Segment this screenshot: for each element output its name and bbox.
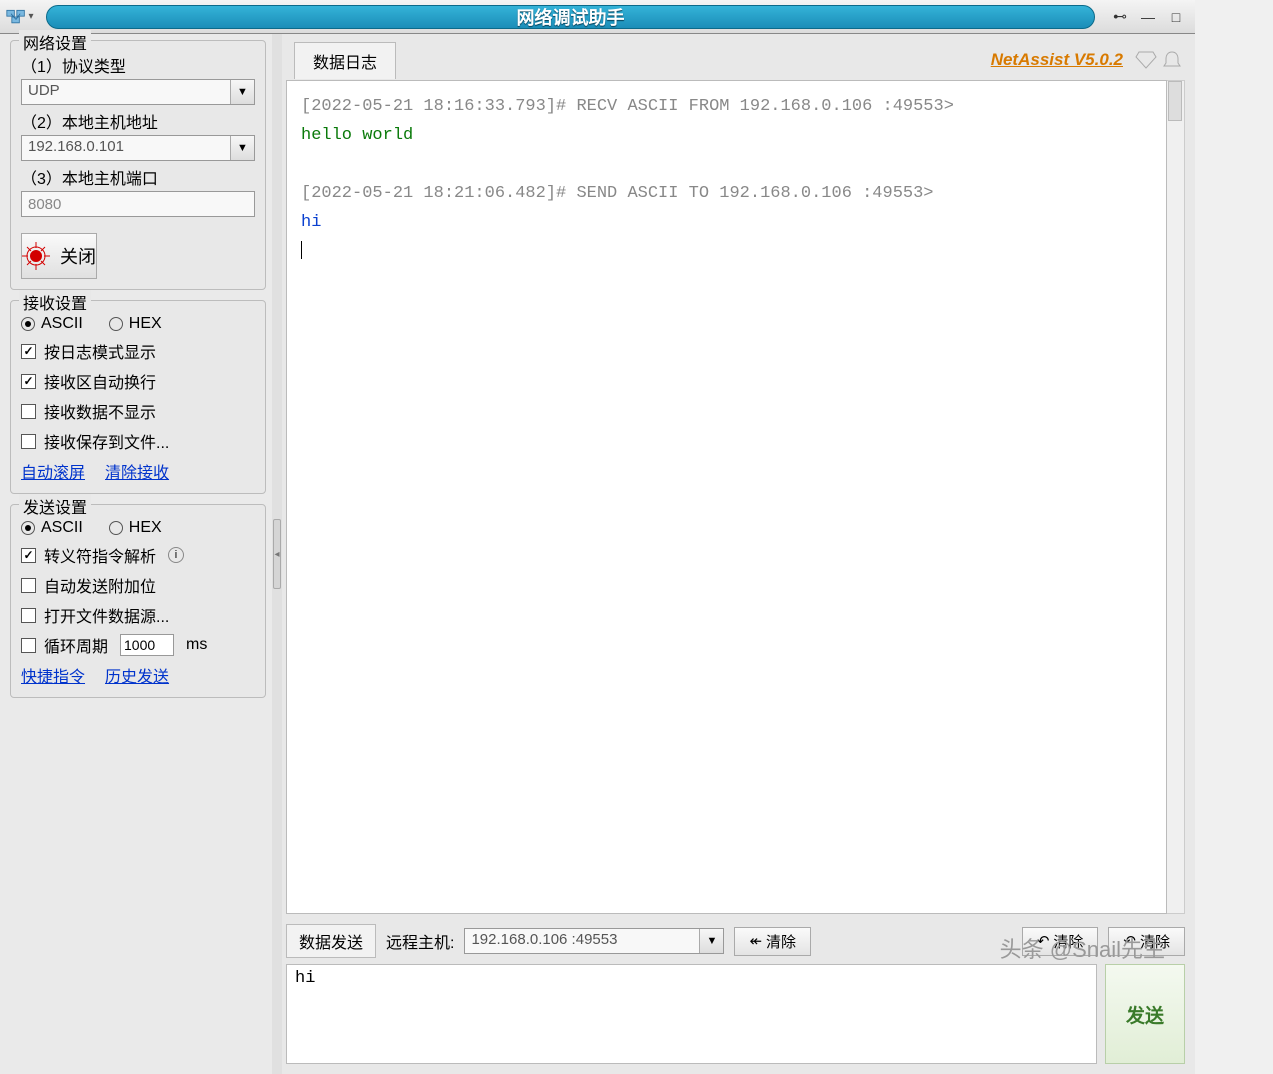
close-connection-button[interactable]: 关闭 <box>21 233 97 279</box>
chevron-down-icon[interactable]: ▼ <box>230 80 254 104</box>
window-title: 网络调试助手 <box>46 5 1095 29</box>
title-bar: ▾ 网络调试助手 ⊷ — □ <box>0 0 1195 34</box>
hide-recv-checkbox[interactable]: 接收数据不显示 <box>21 399 255 423</box>
send-settings-group: 发送设置 ASCII HEX 转义符指令解析i 自动发送附加位 打开文件数据源.… <box>10 504 266 698</box>
chevron-down-icon[interactable]: ▼ <box>230 136 254 160</box>
diamond-icon[interactable] <box>1135 50 1157 70</box>
clear-button[interactable]: ↞清除 <box>734 927 811 956</box>
recv-settings-group: 接收设置 ASCII HEX 按日志模式显示 接收区自动换行 接收数据不显示 接… <box>10 300 266 494</box>
bell-icon[interactable] <box>1161 50 1183 70</box>
protocol-label: （1）协议类型 <box>21 53 255 77</box>
group-title: 接收设置 <box>19 290 91 314</box>
chevron-down-icon[interactable]: ▼ <box>699 929 723 953</box>
escape-parse-checkbox[interactable]: 转义符指令解析i <box>21 543 255 567</box>
sysmenu-icon[interactable]: ▾ <box>0 9 40 25</box>
clear-recv-link[interactable]: 清除接收 <box>105 459 169 483</box>
host-addr-label: （2）本地主机地址 <box>21 109 255 133</box>
save-file-checkbox[interactable]: 接收保存到文件... <box>21 429 255 453</box>
undo-icon: ↶ <box>1123 932 1136 950</box>
settings-sidebar: 网络设置 （1）协议类型 UDP ▼ （2）本地主机地址 192.168.0.1… <box>0 34 272 1074</box>
undo-icon: ↶ <box>1037 932 1050 950</box>
log-mode-checkbox[interactable]: 按日志模式显示 <box>21 339 255 363</box>
target-icon <box>22 242 50 270</box>
data-log-tab[interactable]: 数据日志 <box>294 42 396 79</box>
autoscroll-link[interactable]: 自动滚屏 <box>21 459 85 483</box>
network-settings-group: 网络设置 （1）协议类型 UDP ▼ （2）本地主机地址 192.168.0.1… <box>10 40 266 290</box>
scrollbar[interactable] <box>1167 80 1185 914</box>
maximize-button[interactable]: □ <box>1165 7 1187 27</box>
recv-ascii-radio[interactable]: ASCII <box>21 315 83 333</box>
data-send-tab[interactable]: 数据发送 <box>286 924 376 958</box>
shortcut-cmd-link[interactable]: 快捷指令 <box>21 663 85 687</box>
brand-link[interactable]: NetAssist V5.0.2 <box>991 50 1123 70</box>
clear-button-3[interactable]: ↶清除 <box>1108 927 1185 956</box>
send-button[interactable]: 发送 <box>1105 964 1185 1064</box>
send-ascii-radio[interactable]: ASCII <box>21 519 83 537</box>
group-title: 发送设置 <box>19 494 91 518</box>
group-title: 网络设置 <box>19 30 91 54</box>
loop-period-checkbox[interactable]: 循环周期ms <box>21 633 255 657</box>
chevron-down-icon: ▾ <box>28 11 33 22</box>
clear-button-2[interactable]: ↶清除 <box>1022 927 1099 956</box>
minimize-button[interactable]: — <box>1137 7 1159 27</box>
log-textarea[interactable]: [2022-05-21 18:16:33.793]# RECV ASCII FR… <box>286 80 1167 914</box>
host-addr-select[interactable]: 192.168.0.101 ▼ <box>21 135 255 161</box>
loop-period-input[interactable] <box>120 634 174 656</box>
remote-host-select[interactable]: 192.168.0.106 :49553 ▼ <box>464 928 724 954</box>
history-send-link[interactable]: 历史发送 <box>105 663 169 687</box>
remote-host-label: 远程主机: <box>386 929 454 953</box>
recv-hex-radio[interactable]: HEX <box>109 315 162 333</box>
send-hex-radio[interactable]: HEX <box>109 519 162 537</box>
protocol-select[interactable]: UDP ▼ <box>21 79 255 105</box>
host-port-label: （3）本地主机端口 <box>21 165 255 189</box>
splitter[interactable]: ◂ <box>272 34 282 1074</box>
pin-icon[interactable]: ⊷ <box>1109 7 1131 27</box>
open-file-source-checkbox[interactable]: 打开文件数据源... <box>21 603 255 627</box>
arrow-left-icon: ↞ <box>749 932 762 950</box>
send-input[interactable] <box>286 964 1097 1064</box>
host-port-input[interactable] <box>21 191 255 217</box>
auto-append-checkbox[interactable]: 自动发送附加位 <box>21 573 255 597</box>
auto-wrap-checkbox[interactable]: 接收区自动换行 <box>21 369 255 393</box>
info-icon[interactable]: i <box>168 547 184 563</box>
